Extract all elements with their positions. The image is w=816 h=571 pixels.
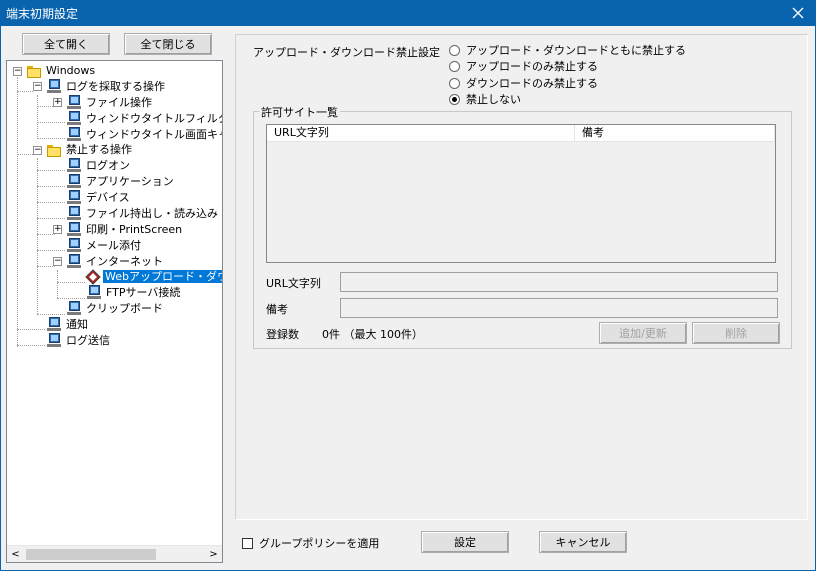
tree-item-logon[interactable]: ログオン — [84, 158, 132, 174]
add-update-button[interactable]: 追加/更新 — [599, 322, 687, 344]
computer-icon — [46, 79, 62, 94]
column-header-remarks[interactable]: 備考 — [575, 125, 775, 142]
group-policy-checkbox[interactable] — [242, 537, 253, 549]
collapse-all-button[interactable]: 全て閉じる — [124, 33, 212, 55]
url-input[interactable] — [340, 272, 778, 292]
delete-button[interactable]: 削除 — [692, 322, 780, 344]
tree-item-internet[interactable]: インターネット — [84, 254, 165, 270]
option-prohibit-both[interactable]: アップロード・ダウンロードともに禁止する — [449, 42, 686, 58]
tree-item-file-export-import[interactable]: ファイル持出し・読み込み — [84, 206, 220, 222]
allowed-sites-title: 許可サイト一覧 — [259, 104, 340, 120]
expand-all-button[interactable]: 全て開く — [22, 33, 110, 55]
folder-icon — [46, 143, 62, 158]
option-label: アップロード・ダウンロードともに禁止する — [466, 44, 686, 57]
title-bar: 端末初期設定 — [0, 0, 816, 26]
computer-icon — [86, 285, 102, 300]
tree-item-window-title-filter[interactable]: ウィンドウタイトルフィルタ — [84, 111, 222, 127]
computer-icon — [46, 333, 62, 348]
computer-icon — [66, 111, 82, 126]
computer-icon — [66, 254, 82, 269]
tree-expand-toggle[interactable]: + — [53, 98, 62, 107]
tree-collapse-toggle[interactable]: − — [13, 67, 22, 76]
group-policy-label: グループポリシーを適用 — [259, 537, 380, 550]
tree-item-window-title-capture[interactable]: ウィンドウタイトル画面キャ — [84, 127, 222, 143]
tree-collapse-toggle[interactable]: − — [53, 257, 62, 266]
tree-item-ftp-server[interactable]: FTPサーバ接続 — [104, 285, 182, 301]
computer-icon — [66, 158, 82, 173]
remarks-input[interactable] — [340, 298, 778, 318]
radio-button[interactable] — [449, 77, 460, 89]
computer-icon — [66, 301, 82, 316]
remarks-field-label: 備考 — [266, 303, 288, 316]
web-diamond-icon — [85, 269, 101, 285]
computer-icon — [66, 222, 82, 237]
option-label: ダウンロードのみ禁止する — [466, 77, 598, 90]
option-label: 禁止しない — [466, 93, 521, 106]
computer-icon — [66, 127, 82, 142]
scroll-right-button[interactable]: > — [205, 546, 222, 563]
tree-collapse-toggle[interactable]: − — [33, 82, 42, 91]
set-button[interactable]: 設定 — [421, 531, 509, 553]
window-title: 端末初期設定 — [6, 7, 79, 21]
tree-item-device[interactable]: デバイス — [84, 190, 132, 206]
tree-item-web-upload-download[interactable]: Webアップロード・ダウン — [103, 269, 222, 285]
option-no-prohibition[interactable]: 禁止しない — [449, 91, 521, 107]
tree-item-file-operation[interactable]: ファイル操作 — [84, 95, 154, 111]
radio-button[interactable] — [449, 60, 460, 72]
cancel-button[interactable]: キャンセル — [539, 531, 627, 553]
close-icon — [792, 7, 804, 19]
tree-item-log-collection[interactable]: ログを採取する操作 — [64, 79, 167, 95]
registration-count-value: 0件 （最大 100件） — [322, 328, 423, 341]
radio-button-checked[interactable] — [449, 93, 460, 105]
option-prohibit-download-only[interactable]: ダウンロードのみ禁止する — [449, 75, 598, 91]
upload-download-setting-label: アップロード・ダウンロード禁止設定 — [253, 46, 440, 59]
url-field-label: URL文字列 — [266, 277, 321, 290]
scroll-left-button[interactable]: < — [7, 546, 24, 563]
column-header-url[interactable]: URL文字列 — [267, 125, 575, 142]
tree-item-print-screen[interactable]: 印刷・PrintScreen — [84, 222, 184, 238]
close-button[interactable] — [780, 0, 816, 26]
computer-icon — [46, 317, 62, 332]
computer-icon — [66, 190, 82, 205]
tree-item-application[interactable]: アプリケーション — [84, 174, 176, 190]
tree-item-clipboard[interactable]: クリップボード — [84, 301, 165, 317]
registration-count-label: 登録数 — [266, 328, 299, 341]
computer-icon — [66, 174, 82, 189]
folder-icon — [26, 64, 42, 79]
computer-icon — [66, 206, 82, 221]
tree-item-windows[interactable]: Windows — [44, 63, 97, 79]
tree-item-log-send[interactable]: ログ送信 — [64, 333, 112, 349]
tree-collapse-toggle[interactable]: − — [33, 146, 42, 155]
radio-button[interactable] — [449, 44, 460, 56]
option-prohibit-upload-only[interactable]: アップロードのみ禁止する — [449, 58, 598, 74]
group-policy-checkbox-row[interactable]: グループポリシーを適用 — [242, 535, 379, 551]
option-label: アップロードのみ禁止する — [466, 60, 598, 73]
tree-expand-toggle[interactable]: + — [53, 225, 62, 234]
tree-item-mail-attachment[interactable]: メール添付 — [84, 238, 143, 254]
tree-horizontal-scrollbar[interactable]: < > — [7, 545, 222, 562]
computer-icon — [66, 95, 82, 110]
computer-icon — [66, 238, 82, 253]
tree-item-prohibited-operations[interactable]: 禁止する操作 — [64, 142, 134, 158]
allowed-sites-list[interactable]: URL文字列 備考 — [266, 124, 776, 263]
scroll-thumb[interactable] — [26, 549, 156, 560]
tree-item-notification[interactable]: 通知 — [64, 317, 90, 333]
tree-view[interactable]: − Windows − ログを採取する操作 + ファイル操作 ウィンドウタイトル… — [6, 60, 223, 563]
